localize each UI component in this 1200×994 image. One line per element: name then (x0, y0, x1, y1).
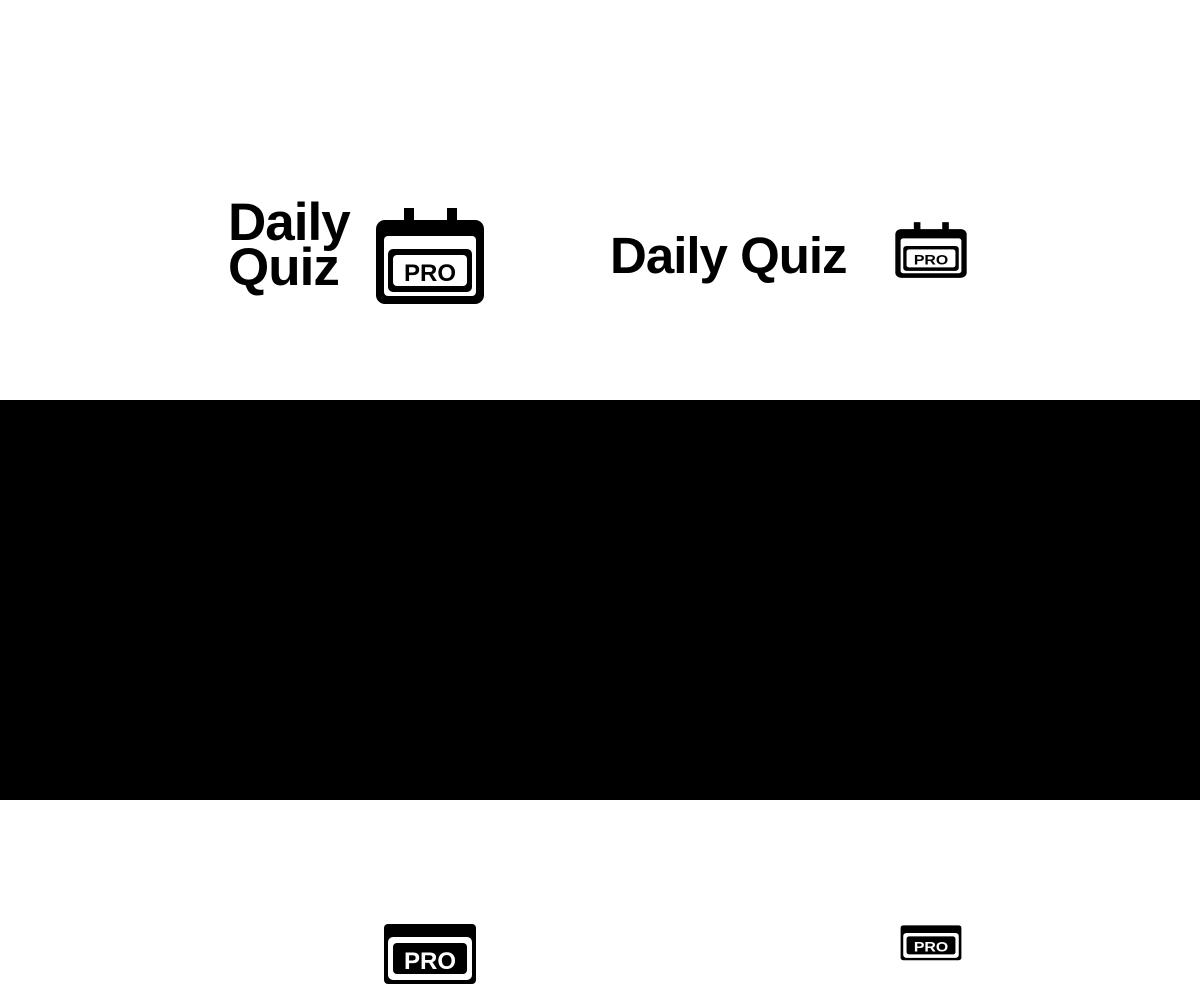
logo-panel-light: Daily Quiz PRO Daily Quiz PRO (0, 0, 1200, 400)
calendar-pro-icon-small: PRO (894, 908, 968, 966)
stacked-wordmark: Daily Quiz (228, 884, 351, 988)
wordmark-line-daily: Daily (228, 884, 351, 943)
inline-wordmark: Daily Quiz (610, 227, 848, 284)
badge-text: PRO (404, 260, 456, 287)
badge-text: PRO (914, 252, 948, 268)
stacked-wordmark: Daily Quiz (228, 196, 351, 297)
wordmark-line-quiz: Quiz (228, 929, 340, 988)
inline-wordmark: Daily Quiz (610, 914, 848, 971)
badge-text: PRO (914, 939, 948, 955)
wordmark-line-quiz: Quiz (228, 238, 340, 297)
calendar-pro-icon: PRO (374, 894, 486, 994)
badge-text: PRO (404, 948, 456, 975)
calendar-pro-icon-small: PRO (894, 221, 968, 279)
calendar-pro-icon: PRO (374, 206, 486, 306)
logo-panel-dark: Daily Quiz PRO Daily Quiz PRO (0, 400, 1200, 800)
